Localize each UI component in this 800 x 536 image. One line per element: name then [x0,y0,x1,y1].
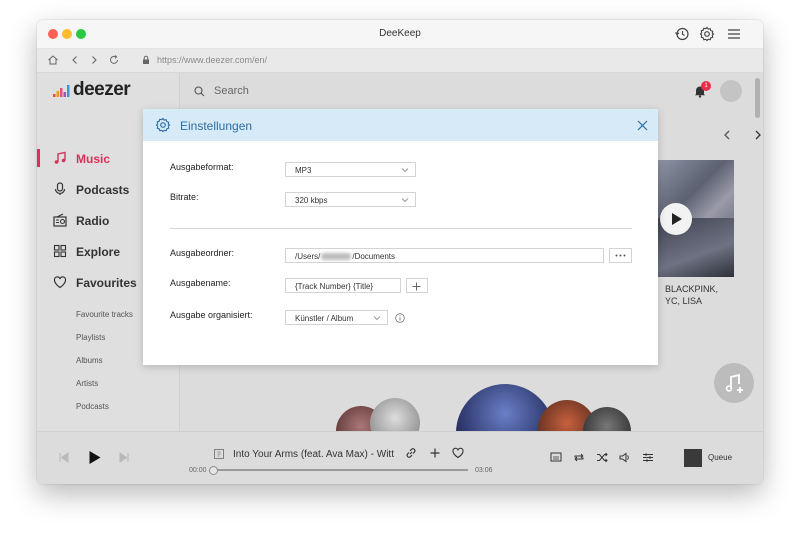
next-track-icon[interactable] [119,452,130,463]
album-play-button[interactable] [660,203,692,235]
app-window: DeeKeep https://www.deezer.com/en/ deeze… [37,20,763,484]
player-bar: Into Your Arms (feat. Ava Max) - Witt Lo… [37,431,763,484]
carousel-next-icon[interactable] [751,128,763,142]
carousel-prev-icon[interactable] [720,128,734,142]
home-icon[interactable] [47,54,59,66]
lyrics-icon[interactable] [213,448,225,460]
scrollbar-thumb[interactable] [755,78,760,118]
chevron-down-icon [373,316,381,321]
repeat-icon[interactable] [573,452,585,463]
address-bar: https://www.deezer.com/en/ [37,49,763,73]
browse-folder-button[interactable] [609,248,632,263]
chevron-down-icon [401,198,409,203]
grid-icon [53,244,67,258]
history-icon[interactable] [674,26,690,42]
active-nav-indicator [37,149,40,167]
dialog-title: Einstellungen [180,119,253,133]
play-icon [672,213,682,225]
back-icon[interactable] [69,54,81,66]
progress-knob[interactable] [209,466,218,475]
sidebar-sub-albums[interactable]: Albums [76,356,103,365]
bitrate-select[interactable]: 320 kbps [285,192,416,207]
cast-icon[interactable] [550,452,562,463]
notification-badge: 1 [701,81,711,91]
queue-button[interactable]: Queue [708,453,732,462]
shuffle-icon[interactable] [596,452,608,463]
chevron-down-icon [401,168,409,173]
more-dots-icon [615,254,626,257]
duration-time: 03:06 [475,467,493,474]
favourite-heart-icon[interactable] [452,447,464,459]
radio-icon [53,213,67,227]
progress-bar[interactable] [213,469,468,471]
elapsed-time: 00:00 [189,467,207,474]
microphone-icon [54,182,66,195]
forward-icon[interactable] [88,54,100,66]
reload-icon[interactable] [108,54,120,66]
logo-text: deezer [73,79,131,100]
music-add-icon [725,373,743,393]
organize-select[interactable]: Künstler / Album [285,310,388,325]
settings-gear-icon[interactable] [699,26,715,42]
close-icon[interactable] [637,120,648,131]
output-name-label: Ausgabename: [170,278,231,288]
redacted-username [321,253,352,260]
add-icon[interactable] [429,447,441,459]
album-caption[interactable]: BLACKPINK, YC, LISA [665,283,718,307]
plus-icon [412,282,421,291]
sidebar-sub-artists[interactable]: Artists [76,379,98,388]
music-note-icon [54,151,66,164]
track-title[interactable]: Into Your Arms (feat. Ava Max) - Witt Lo… [233,449,396,460]
menu-icon[interactable] [726,26,742,42]
output-folder-label: Ausgabeordner: [170,248,235,258]
search-icon [194,86,205,97]
settings-dialog: Einstellungen Ausgabeformat: MP3 Bitrate… [143,109,658,365]
output-format-label: Ausgabeformat: [170,162,234,172]
play-icon[interactable] [88,450,102,465]
deezer-bars-icon [53,85,70,97]
bitrate-label: Bitrate: [170,192,199,202]
user-avatar[interactable] [720,80,742,102]
info-icon[interactable] [395,313,405,323]
organize-label: Ausgabe organisiert: [170,310,253,320]
sidebar-sub-podcasts[interactable]: Podcasts [76,402,109,411]
sidebar-sub-playlists[interactable]: Playlists [76,333,105,342]
add-download-fab[interactable] [714,363,754,403]
gear-icon [155,117,171,133]
sidebar-sub-favourite-tracks[interactable]: Favourite tracks [76,310,133,319]
queue-cover-thumb[interactable] [684,449,702,467]
heart-icon [53,276,67,289]
add-name-tag-button[interactable] [406,278,428,293]
title-bar: DeeKeep [37,20,763,49]
previous-track-icon[interactable] [58,452,69,463]
volume-icon[interactable] [619,452,631,463]
dialog-header: Einstellungen [143,109,658,141]
output-folder-field[interactable]: /Users//Documents [285,248,604,263]
output-format-select[interactable]: MP3 [285,162,416,177]
search-input[interactable]: Search [214,85,249,97]
url-text[interactable]: https://www.deezer.com/en/ [157,55,267,65]
lock-icon [143,55,149,64]
output-name-field[interactable]: {Track Number} {Title} [285,278,401,293]
equalizer-icon[interactable] [642,452,654,463]
divider [170,228,632,229]
link-icon[interactable] [405,447,417,459]
window-title: DeeKeep [379,28,421,39]
